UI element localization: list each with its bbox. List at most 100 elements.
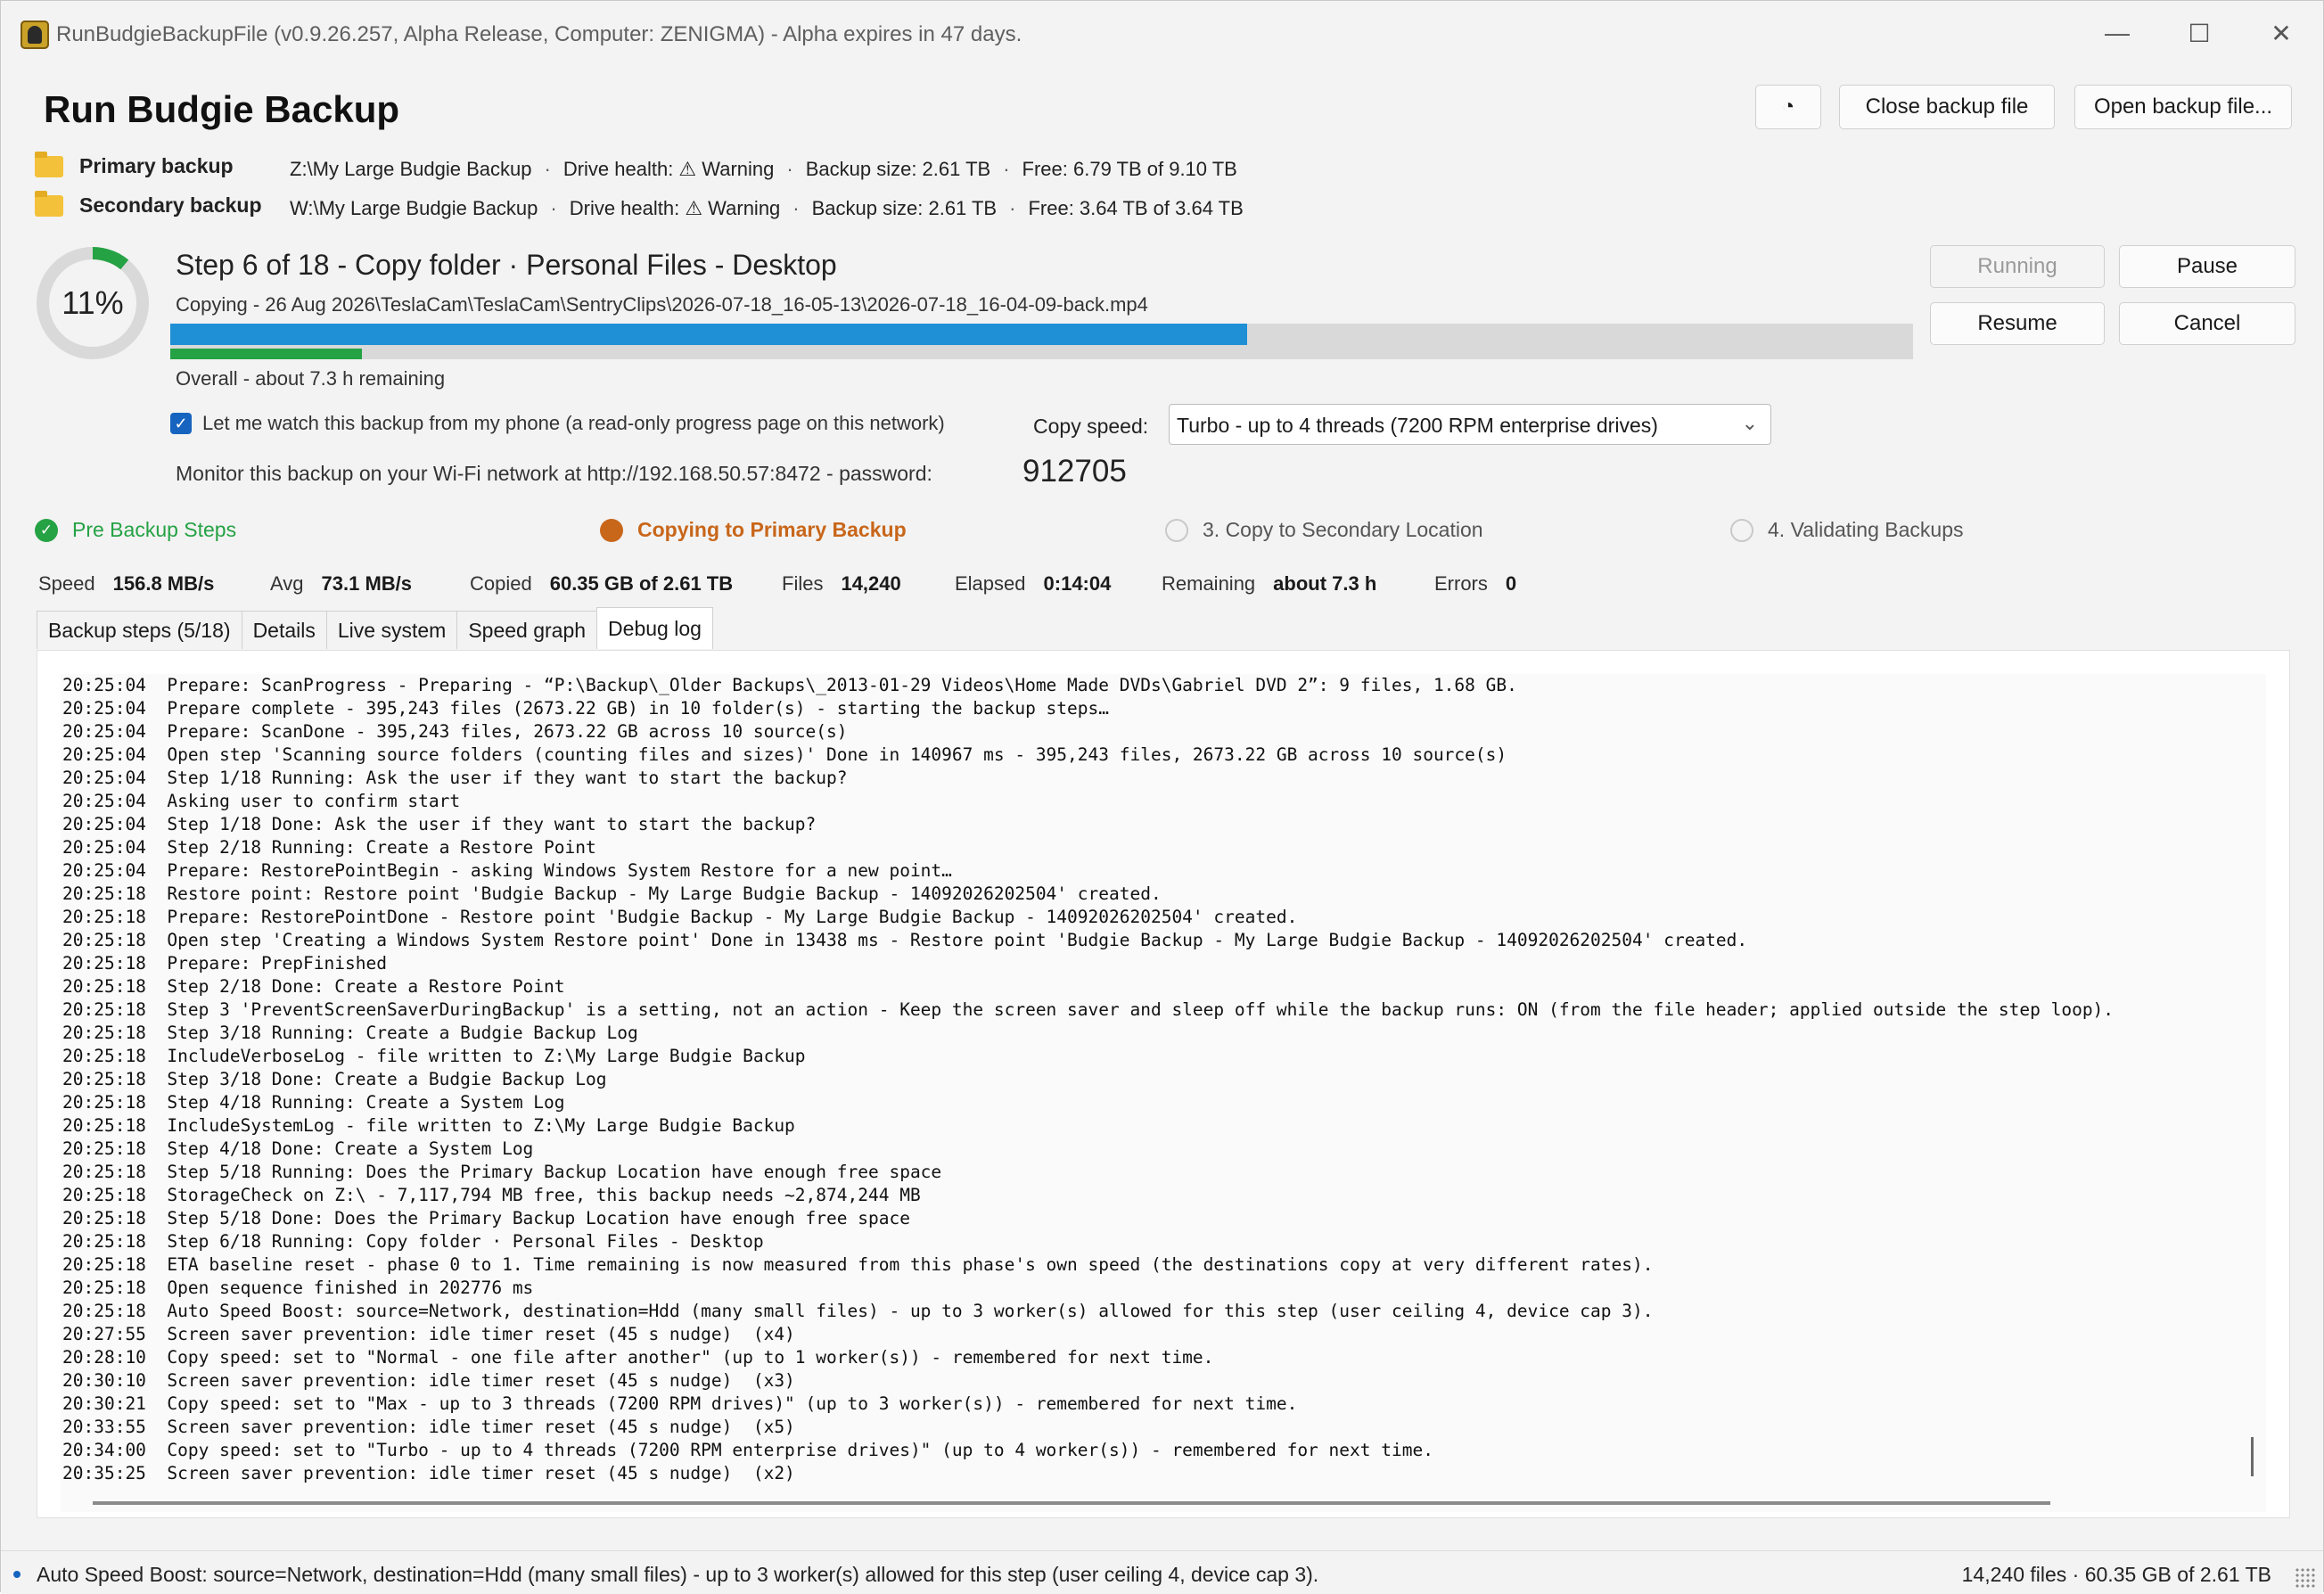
log-line: 20:25:18 IncludeSystemLog - file written… — [62, 1115, 795, 1136]
log-line: 20:25:18 Open sequence finished in 20277… — [62, 1278, 534, 1298]
overall-progress-fill — [170, 349, 363, 359]
theme-icon: ◔ — [1781, 94, 1795, 119]
primary-free: Free: 6.79 TB of 9.10 TB — [1022, 158, 1237, 180]
debug-log-panel: 20:25:04 Prepare: ScanProgress - Prepari… — [37, 650, 2290, 1518]
secondary-size: Backup size: 2.61 TB — [811, 197, 998, 219]
log-line: 20:25:18 Step 5/18 Running: Does the Pri… — [62, 1162, 942, 1182]
secondary-backup-info: W:\My Large Budgie Backup · Drive health: … — [290, 197, 1244, 219]
debug-log-textbox[interactable]: 20:25:04 Prepare: ScanProgress - Prepari… — [61, 674, 2266, 1512]
vertical-scrollbar-thumb[interactable] — [2251, 1437, 2254, 1476]
log-line: 20:25:18 Step 4/18 Done: Create a System… — [62, 1138, 534, 1159]
secondary-health: Drive health: ⚠ Warning — [569, 197, 781, 219]
watch-from-phone-label: Let me watch this backup from my phone (… — [202, 412, 945, 434]
tab-live-system[interactable]: Live system — [325, 611, 458, 649]
primary-health: Drive health: ⚠ Warning — [563, 158, 775, 180]
primary-backup-info: Z:\My Large Budgie Backup · Drive health: … — [290, 158, 1237, 180]
tab-speed-graph[interactable]: Speed graph — [456, 611, 598, 649]
log-line: 20:27:55 Screen saver prevention: idle t… — [62, 1324, 795, 1344]
pending-phase-icon — [1730, 518, 1753, 542]
folder-icon — [35, 191, 63, 217]
current-file-path: Copying - 26 Aug 2026\TeslaCam\TeslaCam\… — [176, 293, 1148, 316]
log-line: 20:25:18 Open step 'Creating a Windows S… — [62, 930, 1748, 950]
phase-copy-primary: Copying to Primary Backup — [600, 518, 907, 542]
copy-speed-select[interactable]: Turbo - up to 4 threads (7200 RPM enterp… — [1169, 404, 1771, 445]
log-line: 20:25:04 Prepare complete - 395,243 file… — [62, 698, 1109, 719]
log-line: 20:25:04 Step 2/18 Running: Create a Res… — [62, 837, 596, 858]
tab-details[interactable]: Details — [241, 611, 327, 649]
log-line: 20:25:18 IncludeVerboseLog - file writte… — [62, 1046, 806, 1066]
log-line: 20:25:18 Step 5/18 Done: Does the Primar… — [62, 1208, 910, 1228]
monitor-password: 912705 — [1022, 454, 1127, 489]
tab-debug-log[interactable]: Debug log — [596, 607, 713, 649]
active-phase-icon — [600, 518, 623, 542]
pending-phase-icon — [1165, 518, 1188, 542]
stat-speed: Speed 156.8 MB/s — [38, 572, 215, 595]
minimize-button[interactable]: — — [2089, 15, 2146, 51]
log-line: 20:25:18 Step 3 'PreventScreenSaverDurin… — [62, 999, 2115, 1020]
phase-validating: 4. Validating Backups — [1730, 518, 1964, 542]
log-line: 20:34:00 Copy speed: set to "Turbo - up … — [62, 1440, 1433, 1460]
app-window: RunBudgieBackupFile (v0.9.26.257, Alpha … — [0, 0, 2324, 1594]
stat-errors: Errors 0 — [1434, 572, 1517, 595]
watch-from-phone-checkbox[interactable]: ✓ — [170, 413, 192, 434]
secondary-backup-label: Secondary backup — [79, 193, 262, 217]
log-line: 20:25:18 Auto Speed Boost: source=Networ… — [62, 1301, 1654, 1321]
log-line: 20:25:18 Step 3/18 Running: Create a Bud… — [62, 1023, 638, 1043]
secondary-free: Free: 3.64 TB of 3.64 TB — [1028, 197, 1244, 219]
primary-size: Backup size: 2.61 TB — [805, 158, 991, 180]
secondary-path: W:\My Large Budgie Backup — [290, 197, 538, 219]
title-bar: RunBudgieBackupFile (v0.9.26.257, Alpha … — [1, 1, 2323, 68]
stat-files: Files 14,240 — [782, 572, 901, 595]
log-line: 20:25:18 Restore point: Restore point 'B… — [62, 883, 1162, 904]
maximize-button[interactable]: ☐ — [2171, 15, 2228, 51]
log-line: 20:25:18 StorageCheck on Z:\ - 7,117,794… — [62, 1185, 921, 1205]
phase-copy-secondary: 3. Copy to Secondary Location — [1165, 518, 1483, 542]
minimize-icon: — — [2105, 19, 2130, 46]
log-line: 20:35:25 Screen saver prevention: idle t… — [62, 1463, 795, 1483]
primary-backup-label: Primary backup — [79, 154, 234, 177]
theme-toggle-button[interactable]: ◔ — [1755, 85, 1821, 129]
pause-button[interactable]: Pause — [2119, 245, 2295, 288]
close-window-button[interactable]: ✕ — [2253, 15, 2310, 51]
page-title: Run Budgie Backup — [44, 88, 400, 130]
phase-pre-backup: ✓ Pre Backup Steps — [35, 518, 236, 542]
log-line: 20:25:18 Step 6/18 Running: Copy folder … — [62, 1231, 764, 1252]
resize-grip-icon[interactable] — [2295, 1567, 2316, 1589]
current-step-title: Step 6 of 18 - Copy folder · Personal Fi… — [176, 249, 837, 281]
overall-progress-ring: 11% — [37, 247, 149, 359]
log-line: 20:25:04 Open step 'Scanning source fold… — [62, 744, 1507, 765]
log-lines: 20:25:04 Prepare: ScanProgress - Prepari… — [62, 674, 2114, 1485]
stat-copied: Copied 60.35 GB of 2.61 TB — [470, 572, 734, 595]
open-backup-file-button[interactable]: Open backup file... — [2074, 85, 2292, 129]
stat-avg: Avg 73.1 MB/s — [270, 572, 413, 595]
stat-remaining: Remaining about 7.3 h — [1162, 572, 1377, 595]
log-line: 20:30:21 Copy speed: set to "Max - up to… — [62, 1393, 1298, 1414]
log-line: 20:25:04 Prepare: ScanDone - 395,243 fil… — [62, 721, 848, 742]
check-circle-icon: ✓ — [35, 518, 58, 542]
log-line: 20:25:04 Prepare: RestorePointBegin - as… — [62, 860, 952, 881]
status-bar: Auto Speed Boost: source=Network, destin… — [1, 1550, 2323, 1594]
tab-backup-steps[interactable]: Backup steps (5/18) — [37, 611, 242, 649]
close-backup-file-button[interactable]: Close backup file — [1839, 85, 2055, 129]
maximize-icon: ☐ — [2188, 19, 2211, 47]
log-line: 20:28:10 Copy speed: set to "Normal - on… — [62, 1347, 1214, 1368]
log-line: 20:25:04 Prepare: ScanProgress - Prepari… — [62, 675, 1517, 695]
log-line: 20:25:04 Step 1/18 Running: Ask the user… — [62, 768, 848, 788]
status-summary: 14,240 files · 60.35 GB of 2.61 TB — [1961, 1563, 2271, 1586]
log-line: 20:33:55 Screen saver prevention: idle t… — [62, 1417, 795, 1437]
copy-speed-value: Turbo - up to 4 threads (7200 RPM enterp… — [1177, 414, 1658, 437]
log-line: 20:25:18 Prepare: PrepFinished — [62, 953, 387, 974]
running-button: Running — [1930, 245, 2105, 288]
log-line: 20:30:10 Screen saver prevention: idle t… — [62, 1370, 795, 1391]
log-line: 20:25:04 Step 1/18 Done: Ask the user if… — [62, 814, 817, 834]
resume-button[interactable]: Resume — [1930, 302, 2105, 345]
log-line: 20:25:18 Step 4/18 Running: Create a Sys… — [62, 1092, 565, 1113]
window-title: RunBudgieBackupFile (v0.9.26.257, Alpha … — [56, 22, 1022, 46]
progress-percent: 11% — [49, 259, 136, 347]
status-message: Auto Speed Boost: source=Network, destin… — [37, 1563, 1319, 1586]
log-line: 20:25:18 Step 2/18 Done: Create a Restor… — [62, 976, 565, 997]
horizontal-scrollbar-thumb[interactable] — [93, 1501, 2050, 1505]
cancel-button[interactable]: Cancel — [2119, 302, 2295, 345]
copy-speed-label: Copy speed: — [1033, 415, 1149, 438]
overall-remaining: Overall - about 7.3 h remaining — [176, 367, 446, 390]
